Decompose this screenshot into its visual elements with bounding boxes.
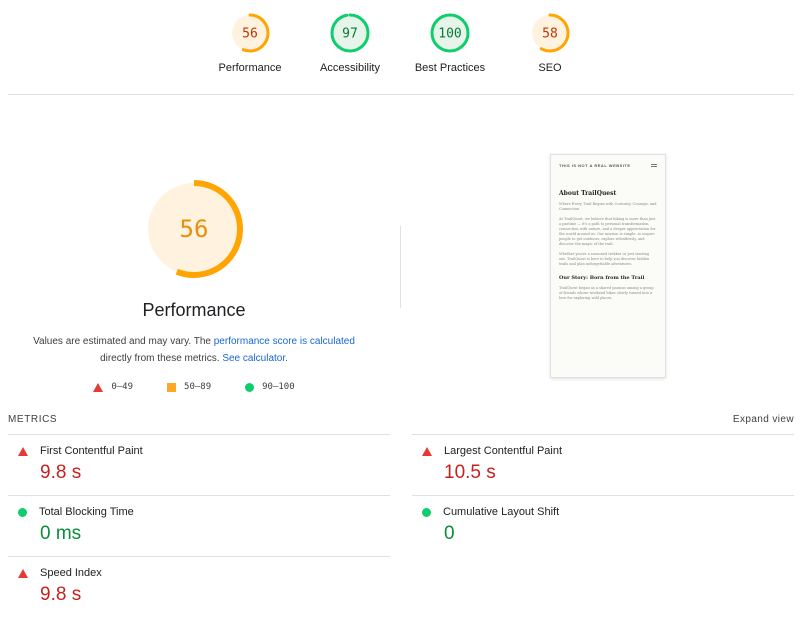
gauge-ring: 56 xyxy=(230,13,270,53)
fail-triangle-icon xyxy=(18,446,28,456)
metric-value: 9.8 s xyxy=(40,462,82,483)
thumbnail-paragraph: Whether you're a seasoned trekker or jus… xyxy=(559,252,650,266)
legend-range: 0–49 xyxy=(111,382,134,392)
page-screenshot-thumbnail[interactable]: THIS IS NOT A REAL WEBSITE About TrailQu… xyxy=(550,154,666,378)
metrics-column-right: Largest Contentful Paint 10.5 s Cumulati… xyxy=(412,434,794,556)
gauge-score: 58 xyxy=(542,27,558,42)
gauge-label: Performance xyxy=(218,62,282,74)
gauge-best-practices[interactable]: 100 Best Practices xyxy=(395,12,505,74)
metric-speed-index: Speed Index 9.8 s xyxy=(8,556,390,617)
gauge-ring: 58 xyxy=(530,13,570,53)
performance-score: 56 xyxy=(180,215,209,243)
legend-range: 50–89 xyxy=(184,382,212,392)
metric-cumulative-layout-shift: Cumulative Layout Shift 0 xyxy=(412,495,794,556)
gauge-label: Accessibility xyxy=(320,62,380,74)
score-calculated-link[interactable]: performance score is calculated xyxy=(214,336,355,347)
metric-value: 0 xyxy=(444,523,455,544)
metrics-header: METRICS Expand view xyxy=(8,414,794,425)
triangle-icon xyxy=(93,382,104,392)
metric-label: Cumulative Layout Shift xyxy=(443,506,560,518)
performance-description: Values are estimated and may vary. The p… xyxy=(0,333,388,367)
metric-largest-contentful-paint: Largest Contentful Paint 10.5 s xyxy=(412,434,794,495)
metric-label: First Contentful Paint xyxy=(40,445,143,457)
score-legend: 0–49 50–89 90–100 xyxy=(0,382,388,392)
fail-triangle-icon xyxy=(18,568,28,578)
gauge-accessibility[interactable]: 97 Accessibility xyxy=(295,12,405,74)
thumbnail-heading: About TrailQuest xyxy=(559,190,617,197)
metric-value: 0 ms xyxy=(40,523,82,544)
thumbnail-paragraph: TrailQuest began as a shared passion amo… xyxy=(559,286,654,300)
gauge-score: 56 xyxy=(242,27,258,42)
gauge-performance[interactable]: 56 Performance xyxy=(195,12,305,74)
menu-icon xyxy=(651,164,657,167)
gauge-ring: 97 xyxy=(330,13,370,53)
desc-text-2: directly from these metrics. xyxy=(100,353,223,364)
metric-value: 9.8 s xyxy=(40,584,82,605)
performance-title: Performance xyxy=(142,300,246,320)
metric-first-contentful-paint: First Contentful Paint 9.8 s xyxy=(8,434,390,495)
legend-fail: 0–49 xyxy=(93,382,133,392)
square-icon xyxy=(167,382,177,392)
gauge-label: SEO xyxy=(538,62,562,74)
expand-view-toggle[interactable]: Expand view xyxy=(733,414,794,425)
legend-pass: 90–100 xyxy=(245,382,295,392)
metrics-column-left: First Contentful Paint 9.8 s Total Block… xyxy=(8,434,390,617)
gauge-score: 100 xyxy=(438,27,461,42)
metric-value: 10.5 s xyxy=(444,462,496,483)
top-divider xyxy=(8,94,794,95)
legend-average: 50–89 xyxy=(167,382,211,392)
see-calculator-link[interactable]: See calculator. xyxy=(222,353,288,364)
metric-label: Total Blocking Time xyxy=(39,506,134,518)
category-gauges: 56 Performance 97 Accessibility 100 Best… xyxy=(0,12,800,84)
gauge-label: Best Practices xyxy=(414,62,486,74)
fail-triangle-icon xyxy=(422,446,432,456)
gauge-score: 97 xyxy=(342,27,358,42)
pass-circle-icon xyxy=(18,507,27,517)
thumbnail-subheading: Our Story: Born from the Trail xyxy=(559,275,645,281)
gauge-ring: 100 xyxy=(430,13,470,53)
pass-circle-icon xyxy=(422,507,431,517)
vertical-divider xyxy=(400,226,401,308)
circle-icon xyxy=(245,382,255,392)
thumbnail-banner: THIS IS NOT A REAL WEBSITE xyxy=(559,163,631,168)
thumbnail-paragraph: Where Every Trail Begins with Curiosity,… xyxy=(559,202,657,211)
metrics-title: METRICS xyxy=(8,414,58,425)
metric-label: Largest Contentful Paint xyxy=(444,445,563,457)
thumbnail-header: THIS IS NOT A REAL WEBSITE xyxy=(559,163,657,168)
metric-label: Speed Index xyxy=(40,567,102,579)
gauge-seo[interactable]: 58 SEO xyxy=(495,12,605,74)
desc-text: Values are estimated and may vary. The xyxy=(33,336,214,347)
metric-total-blocking-time: Total Blocking Time 0 ms xyxy=(8,495,390,556)
performance-gauge: 56 xyxy=(145,180,243,278)
thumbnail-paragraph: At TrailQuest, we believe that hiking is… xyxy=(559,217,656,246)
legend-range: 90–100 xyxy=(262,382,295,392)
